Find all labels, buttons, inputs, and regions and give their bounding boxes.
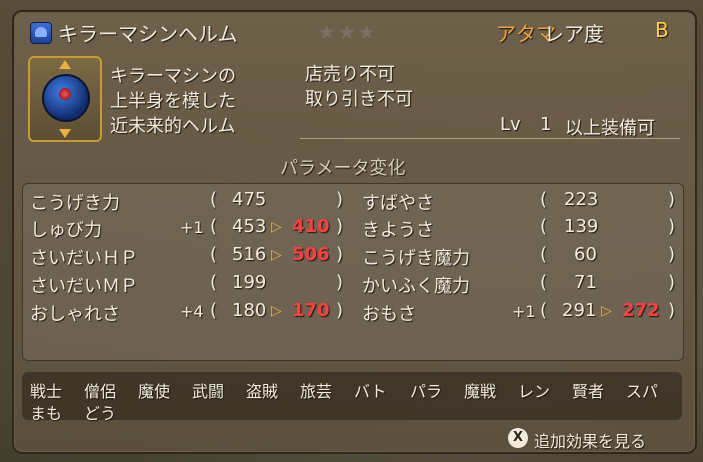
paren-close: ) [336,216,344,237]
stat-bonus: +1 [180,218,204,237]
job-label: 戦士 [30,382,63,401]
job-label: 盗賊 [246,382,279,401]
stat-base: 180 [232,300,267,321]
stat-name: すばやさ [362,193,434,214]
rarity-value: B [655,18,669,42]
level-prefix: Lv [500,114,521,135]
paren-close: ) [668,189,676,210]
arrow-right-icon: ▷ [271,247,282,263]
paren-open: ( [540,216,548,237]
stat-base: 71 [574,272,597,293]
paren-close: ) [668,216,676,237]
stat-name: きようさ [362,220,434,241]
job-label: 賢者 [572,382,605,401]
job-label: まも [30,404,63,423]
job-label: スパ [626,382,659,401]
arrow-right-icon: ▷ [271,219,282,235]
stat-name: さいだいＭＰ [30,276,138,297]
red-eye-icon [59,88,71,100]
stat-name: おしゃれさ [30,304,120,325]
job-label: 僧侶 [84,382,117,401]
arrow-right-icon: ▷ [601,303,612,319]
stat-name: こうげき魔力 [362,248,470,269]
paren-open: ( [210,300,218,321]
extra-effects-button[interactable]: 追加効果を見る [534,428,646,452]
job-label: レン [518,382,551,401]
stat-name: しゅび力 [30,220,102,241]
stat-base: 199 [232,272,267,293]
level-value: 1 [540,114,552,135]
item-name: キラーマシンヘルム [58,22,238,46]
stat-base: 516 [232,244,267,265]
job-label: 魔使 [138,382,171,401]
paren-open: ( [210,189,218,210]
job-label: 武闘 [192,382,225,401]
stat-base: 139 [564,216,599,237]
x-button-icon[interactable]: X [508,428,528,448]
stat-new-value: 410 [292,216,330,237]
restriction-text: 取り引き不可 [305,89,413,110]
stat-new-value: 506 [292,244,330,265]
stat-base: 453 [232,216,267,237]
helmet-icon [30,22,52,44]
stat-base: 223 [564,189,599,210]
stat-name: こうげき力 [30,193,120,214]
paren-open: ( [540,300,548,321]
scroll-up-icon[interactable] [59,60,71,69]
stat-base: 291 [562,300,597,321]
paren-close: ) [668,272,676,293]
job-label: バト [354,382,387,401]
paren-close: ) [336,189,344,210]
stat-new-value: 170 [292,300,330,321]
stat-bonus: +1 [512,302,536,321]
stat-name: かいふく魔力 [362,276,470,297]
divider [300,138,680,139]
paren-close: ) [336,300,344,321]
star-rating: ★★★ [318,20,378,44]
stat-base: 475 [232,189,267,210]
arrow-right-icon: ▷ [271,303,282,319]
stat-new-value: 272 [622,300,660,321]
scroll-down-icon[interactable] [59,129,71,138]
stat-name: さいだいＨＰ [30,248,138,269]
paren-close: ) [668,244,676,265]
job-label: パラ [410,382,443,401]
paren-open: ( [540,272,548,293]
params-heading: パラメータ変化 [280,158,406,179]
paren-close: ) [336,244,344,265]
paren-open: ( [210,216,218,237]
paren-open: ( [540,244,548,265]
description-line: 上半身を模した [110,91,236,112]
item-image-frame [28,56,102,142]
stat-base: 60 [574,244,597,265]
paren-open: ( [210,244,218,265]
paren-open: ( [210,272,218,293]
job-label: 旅芸 [300,382,333,401]
stat-bonus: +4 [180,302,204,321]
paren-open: ( [540,189,548,210]
rarity-label: レア度 [544,22,604,46]
job-label: 魔戦 [464,382,497,401]
paren-close: ) [336,272,344,293]
restriction-text: 店売り不可 [305,64,395,85]
paren-close: ) [668,300,676,321]
description-line: 近未来的ヘルム [110,116,236,137]
description-line: キラーマシンの [110,66,236,87]
level-suffix: 以上装備可 [565,118,655,139]
stat-name: おもさ [362,304,416,325]
job-label: どう [84,404,117,423]
